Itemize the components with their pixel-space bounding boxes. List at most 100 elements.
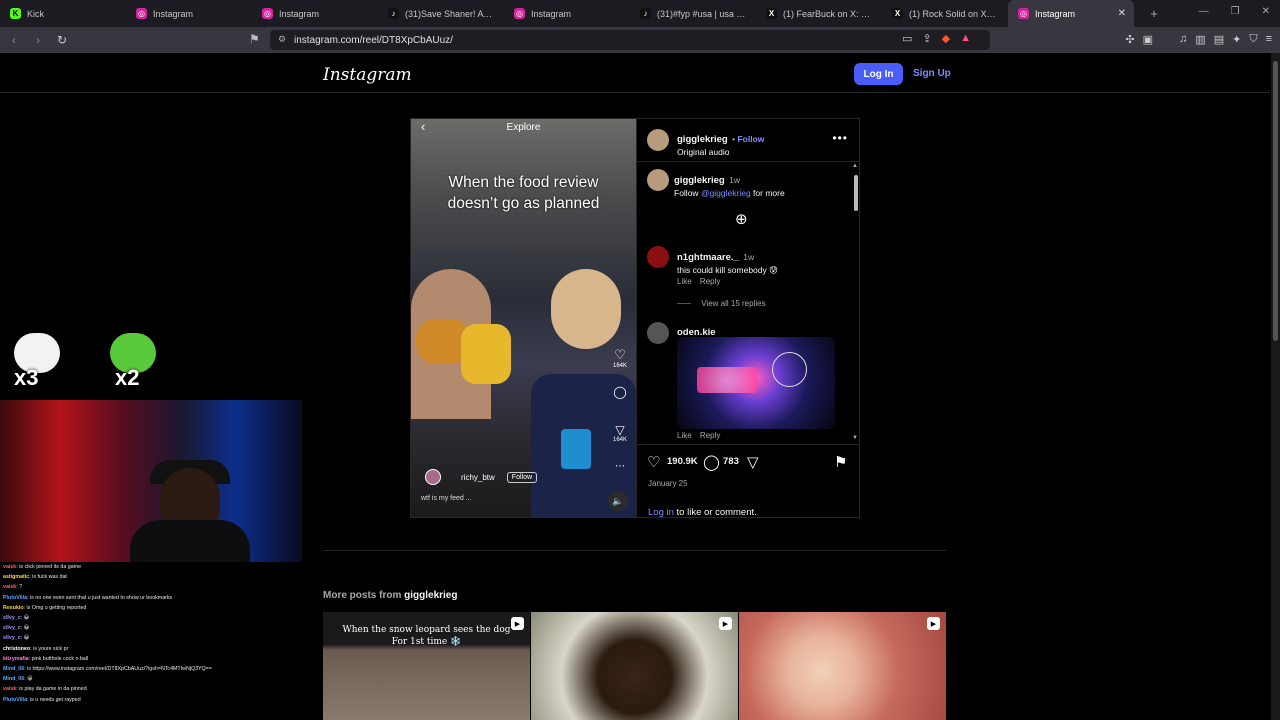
more-post-thumbnail[interactable]: ▶ <box>531 612 738 720</box>
more-post-thumbnail[interactable]: When the snow leopard sees the dog For 1… <box>323 612 530 720</box>
browser-tab[interactable]: ◎ Instagram <box>126 0 252 27</box>
comment-text: this could kill somebody 😰 <box>677 265 778 275</box>
page-scroll-thumb[interactable] <box>1273 61 1278 341</box>
back-icon[interactable]: ‹ <box>4 33 24 47</box>
like-icon[interactable]: ♡ <box>647 453 660 471</box>
author-avatar[interactable] <box>647 129 669 151</box>
new-tab-icon[interactable]: + <box>1144 6 1164 21</box>
forward-icon[interactable]: › <box>28 33 48 47</box>
video-follow-button[interactable]: Follow <box>506 471 538 483</box>
audio-label[interactable]: Original audio <box>677 147 764 157</box>
signup-link[interactable]: Sign Up <box>913 68 951 79</box>
comment-author[interactable]: n1ghtmaare._ <box>677 252 739 263</box>
follow-link[interactable]: Follow <box>737 134 764 144</box>
video-comment[interactable]: ◯ <box>610 385 630 399</box>
caption-mention[interactable]: @gigglekrieg <box>701 188 751 198</box>
comment-reply-link[interactable]: Reply <box>700 277 720 286</box>
reload-icon[interactable]: ↻ <box>52 33 72 47</box>
chat-username[interactable]: sllvy_c <box>3 625 21 631</box>
comment-icon[interactable]: ◯ <box>610 385 630 399</box>
save-icon[interactable]: ⚑ <box>834 453 847 471</box>
video-share[interactable]: ▽ 164K <box>610 423 630 443</box>
close-tab-icon[interactable]: ✕ <box>1118 8 1126 19</box>
share-icon[interactable]: ▽ <box>747 453 759 471</box>
video-author-name[interactable]: richy_btw <box>461 473 495 482</box>
scroll-up-icon[interactable]: ▲ <box>852 163 858 169</box>
screenshot-icon[interactable]: ▣ <box>1143 33 1153 46</box>
chat-username[interactable]: astigmatic <box>3 574 29 580</box>
brave-shield-icon[interactable]: ◆ <box>942 32 950 45</box>
comment-reply-link[interactable]: Reply <box>700 431 720 440</box>
brave-rewards-icon[interactable]: ▲ <box>960 32 971 45</box>
leo-ai-icon[interactable]: ✦ <box>1232 33 1241 46</box>
menu-icon[interactable]: ≡ <box>1266 33 1272 46</box>
reel-icon: ▶ <box>719 617 732 630</box>
chat-username[interactable]: sllvy_c <box>3 615 21 621</box>
video-author-avatar[interactable] <box>425 469 441 485</box>
scroll-down-icon[interactable]: ▼ <box>852 435 858 441</box>
like-count[interactable]: 190.9K <box>667 456 698 467</box>
caption-author[interactable]: gigglekrieg <box>674 175 725 186</box>
vpn-icon[interactable]: ⛉ <box>1249 33 1257 46</box>
chat-username[interactable]: sllvy_c <box>3 635 21 641</box>
chat-username[interactable]: Resukio <box>3 605 24 611</box>
comment-like-link[interactable]: Like <box>677 277 692 286</box>
browser-tab[interactable]: ♪ (31)Save Shaner! A Hearth… <box>378 0 504 27</box>
sidebar-icon[interactable]: ▥ <box>1195 33 1205 46</box>
site-info-icon[interactable]: ⚙ <box>278 34 286 45</box>
chat-username[interactable]: kitzymafia <box>3 656 29 662</box>
wallet-icon[interactable]: ▤ <box>1214 33 1224 46</box>
share-icon[interactable]: ⇪ <box>922 32 931 45</box>
browser-tab[interactable]: ◎ Instagram ✕ <box>1008 0 1134 27</box>
comment-like-link[interactable]: Like <box>677 431 692 440</box>
view-replies[interactable]: View all 15 replies <box>677 299 766 308</box>
restore-icon[interactable]: ❐ <box>1231 6 1240 17</box>
extensions-icon[interactable]: ✣ <box>1125 33 1134 46</box>
chat-message: vaisk: is play da game in da pinned <box>3 684 302 694</box>
chat-username[interactable]: PlutoVilla <box>3 595 27 601</box>
chat-username[interactable]: vaisk <box>3 686 16 692</box>
browser-tab[interactable]: X (1) Rock Solid on X: "&gt… <box>882 0 1008 27</box>
instagram-logo[interactable]: Instagram <box>323 65 412 85</box>
cast-icon[interactable]: ▭ <box>902 32 912 45</box>
more-post-thumbnail[interactable]: ▶ <box>739 612 946 720</box>
comment-gif[interactable] <box>677 337 835 429</box>
browser-tab[interactable]: ♪ (31)#fyp #usa | usa | TikTo… <box>630 0 756 27</box>
more-posts-user[interactable]: gigglekrieg <box>404 590 457 601</box>
login-prompt: Log in to like or comment. <box>648 507 757 518</box>
scroll-thumb[interactable] <box>854 175 858 211</box>
heart-icon[interactable]: ♡ <box>610 347 630 363</box>
chat-username[interactable]: vaisk <box>3 564 16 570</box>
page-scrollbar[interactable] <box>1271 53 1280 720</box>
chat-username[interactable]: christoneo <box>3 646 30 652</box>
login-link[interactable]: Log in <box>648 507 674 518</box>
chat-username[interactable]: PlutoVilla <box>3 697 27 703</box>
comments-scrollbar[interactable]: ▲ ▼ <box>852 163 860 443</box>
reel-video[interactable]: ‹ Explore When the food review doesn’t g… <box>411 119 636 517</box>
video-more-icon[interactable]: ⋯ <box>610 461 630 472</box>
browser-tab[interactable]: ◎ Instagram <box>504 0 630 27</box>
caption-avatar[interactable] <box>647 169 669 191</box>
login-button[interactable]: Log In <box>854 63 903 85</box>
browser-tab[interactable]: X (1) FearBuck on X: "Meta i… <box>756 0 882 27</box>
bookmark-page-icon[interactable]: ⚑ <box>249 32 260 46</box>
chat-username[interactable]: vaisk <box>3 584 16 590</box>
browser-tab[interactable]: K Kick <box>0 0 126 27</box>
media-icon[interactable]: ♫ <box>1179 33 1187 46</box>
chat-username[interactable]: Mind_06 <box>3 666 24 672</box>
close-window-icon[interactable]: ✕ <box>1262 6 1270 17</box>
load-more-icon[interactable]: ⊕ <box>735 210 748 228</box>
video-like[interactable]: ♡ 164K <box>610 347 630 369</box>
chat-username[interactable]: Mind_06 <box>3 676 24 682</box>
more-options-icon[interactable]: ••• <box>832 131 848 145</box>
mute-icon[interactable]: 🔈 <box>608 491 628 511</box>
comment-avatar[interactable] <box>647 322 669 344</box>
author-name[interactable]: gigglekrieg <box>677 134 728 145</box>
comment-avatar[interactable] <box>647 246 669 268</box>
minimize-icon[interactable]: — <box>1199 6 1209 17</box>
address-field[interactable]: ⚙ instagram.com/reel/DT8XpCbAUuz/ <box>270 30 990 50</box>
comment-icon[interactable]: ◯ <box>703 453 720 471</box>
browser-tab[interactable]: ◎ Instagram <box>252 0 378 27</box>
send-icon[interactable]: ▽ <box>610 423 630 437</box>
tab-title: Instagram <box>153 8 194 19</box>
